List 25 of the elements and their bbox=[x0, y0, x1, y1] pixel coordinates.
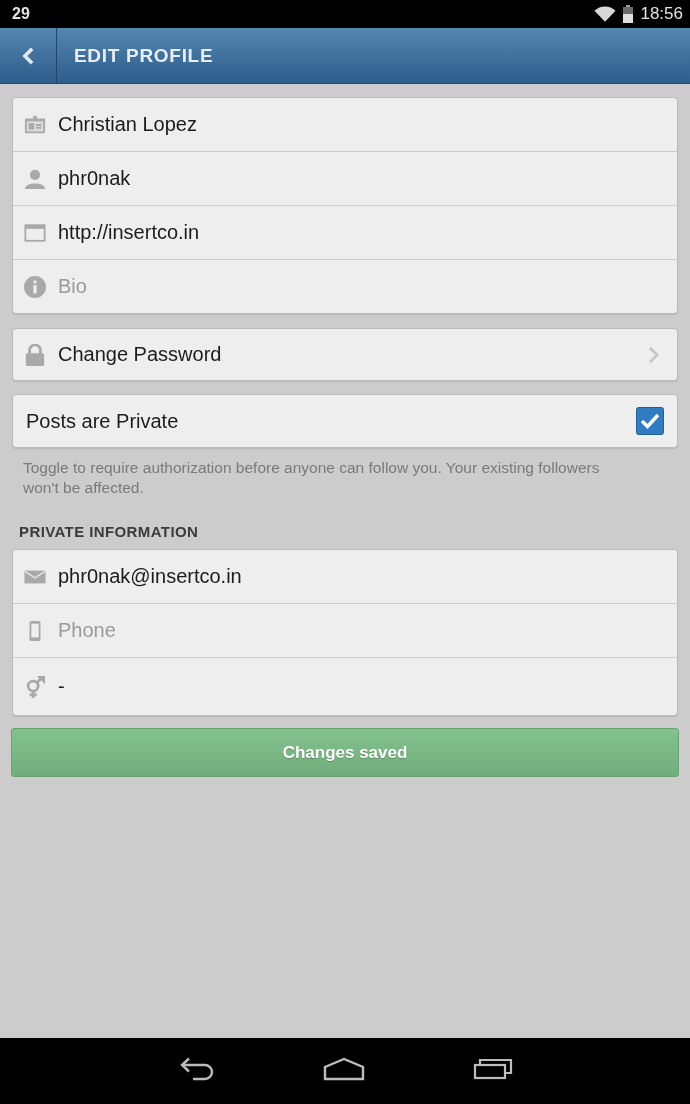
id-card-icon bbox=[24, 113, 46, 136]
wifi-icon bbox=[594, 5, 617, 23]
chevron-left-icon bbox=[21, 45, 35, 66]
chevron-right-icon bbox=[648, 345, 659, 364]
private-posts-label: Posts are Private bbox=[26, 409, 179, 433]
gender-field[interactable]: - bbox=[13, 657, 677, 715]
private-posts-checkbox[interactable] bbox=[636, 407, 664, 435]
privacy-help-text: Toggle to require authorization before anyone can follow you. Your existing followers won't be affected. bbox=[23, 458, 601, 498]
screen-title: EDIT PROFILE bbox=[74, 44, 214, 67]
home-icon[interactable] bbox=[323, 1057, 365, 1081]
recent-apps-icon[interactable] bbox=[473, 1058, 513, 1080]
section-heading: PRIVATE INFORMATION bbox=[19, 523, 199, 540]
email-field[interactable]: phr0nak@insertco.in bbox=[13, 550, 677, 603]
status-time: 18:56 bbox=[640, 4, 683, 24]
username-field[interactable]: phr0nak bbox=[13, 151, 677, 205]
full-name-field[interactable]: Christian Lopez bbox=[13, 98, 677, 151]
gender-symbol-icon bbox=[24, 675, 46, 698]
lock-icon bbox=[24, 343, 46, 366]
notification-count: 29 bbox=[12, 5, 30, 23]
browser-window-icon bbox=[24, 221, 46, 244]
change-password-item[interactable]: Change Password bbox=[12, 328, 678, 381]
website-field[interactable]: http://insertco.in bbox=[13, 205, 677, 259]
info-icon bbox=[24, 275, 46, 298]
person-icon bbox=[24, 167, 46, 190]
battery-icon bbox=[623, 5, 634, 23]
